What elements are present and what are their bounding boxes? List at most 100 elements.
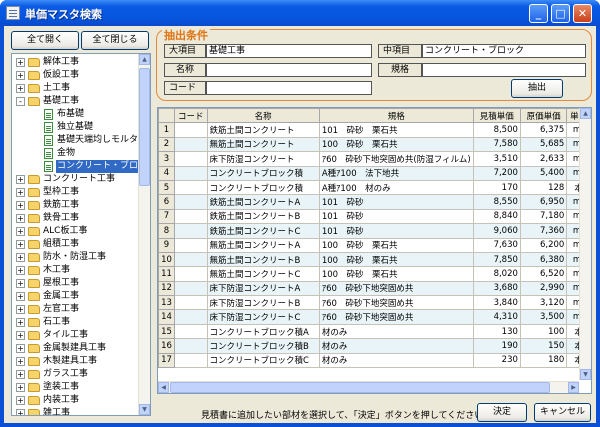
table-cell: 8,500 bbox=[472, 122, 521, 138]
expand-icon[interactable]: + bbox=[16, 266, 25, 275]
folder-icon bbox=[28, 253, 40, 262]
scroll-left-arrow-icon[interactable]: ◀ bbox=[158, 382, 169, 393]
category-tree[interactable]: + 解体工事 + 仮設工事 + 土工事 - 基礎工事 布基礎 独立基礎 基礎天端均しモルタル 金物 コン… bbox=[11, 53, 151, 416]
maximize-button[interactable]: □ bbox=[551, 4, 570, 23]
expand-icon[interactable]: + bbox=[16, 396, 25, 405]
column-header[interactable]: コード bbox=[173, 108, 208, 124]
application-window: 単価マスタ検索 _ □ ✕ 全て開く 全て閉じる + 解体工事 + 仮設工事 + 土工事 -… bbox=[0, 0, 600, 427]
confirm-button[interactable]: 決定 bbox=[477, 403, 527, 422]
table-row[interactable]: 16コンクリートブロック積B材のみ190150本 bbox=[158, 338, 591, 354]
table-cell: 床下防湿コンクリートB bbox=[206, 295, 320, 311]
expand-icon[interactable]: + bbox=[16, 409, 25, 415]
expand-icon[interactable]: + bbox=[16, 227, 25, 236]
grid-vertical-scrollbar[interactable]: ▲ ▼ bbox=[579, 108, 591, 380]
page-icon bbox=[44, 122, 53, 133]
tree-item-label: 金属製建具工事 bbox=[43, 343, 107, 353]
table-row[interactable]: 4コンクリートブロック積A種ｱ100 法下地共7,2005,400m² bbox=[158, 165, 591, 181]
expand-icon[interactable]: + bbox=[16, 318, 25, 327]
expand-icon[interactable]: + bbox=[16, 58, 25, 67]
middle-category-field[interactable]: コンクリート・ブロック bbox=[422, 44, 586, 58]
table-cell bbox=[173, 179, 208, 196]
table-cell: 鉄筋土間コンクリートC bbox=[206, 223, 320, 239]
table-cell: 101 砕砂 bbox=[318, 208, 474, 225]
table-cell bbox=[173, 223, 208, 239]
table-row[interactable]: 3 床下防湿コンクリート ｱ60 砕砂下地突固め共(防湿フィルム) 3,510 2,63… bbox=[158, 151, 591, 167]
collapse-all-button[interactable]: 全て閉じる bbox=[81, 31, 149, 50]
column-header[interactable] bbox=[158, 108, 175, 124]
table-row[interactable]: 13床下防湿コンクリートBｱ60 砕砂下地突固め共3,8403,120m² bbox=[158, 295, 591, 311]
row-number: 17 bbox=[158, 352, 175, 369]
scroll-thumb[interactable] bbox=[170, 382, 550, 393]
table-row[interactable]: 12床下防湿コンクリートAｱ60 砕砂下地突固め共3,6802,990m² bbox=[158, 280, 591, 297]
tree-item-label: コンクリート・ブロック bbox=[56, 160, 150, 173]
table-row[interactable]: 7鉄筋土間コンクリートB101 砕砂8,8407,180m² bbox=[158, 208, 591, 225]
close-button[interactable]: ✕ bbox=[573, 4, 592, 23]
expand-icon[interactable]: + bbox=[16, 357, 25, 366]
expand-icon[interactable]: + bbox=[16, 383, 25, 392]
table-cell bbox=[173, 266, 208, 282]
table-cell: 180 bbox=[519, 352, 568, 369]
table-cell: 鉄筋土間コンクリートA bbox=[206, 194, 320, 210]
scroll-up-arrow-icon[interactable]: ▲ bbox=[139, 54, 150, 65]
scroll-down-arrow-icon[interactable]: ▼ bbox=[580, 369, 591, 380]
scroll-down-arrow-icon[interactable]: ▼ bbox=[139, 404, 150, 415]
extract-button[interactable]: 抽出 bbox=[511, 79, 563, 98]
expand-icon[interactable]: + bbox=[16, 175, 25, 184]
table-row[interactable]: 6鉄筋土間コンクリートA101 砕砂8,5506,950m² bbox=[158, 194, 591, 210]
expand-icon[interactable]: + bbox=[16, 305, 25, 314]
title-bar[interactable]: 単価マスタ検索 _ □ ✕ bbox=[0, 0, 600, 26]
table-row[interactable]: 5コンクリートブロック積A種ｱ100 材のみ170128本 bbox=[158, 179, 591, 196]
expand-icon[interactable]: + bbox=[16, 344, 25, 353]
table-row[interactable]: 11無筋土間コンクリートC100 砕砂 栗石共8,0206,520m² bbox=[158, 266, 591, 282]
expand-icon[interactable]: + bbox=[16, 240, 25, 249]
table-cell: 材のみ bbox=[318, 338, 474, 354]
folder-icon bbox=[28, 58, 40, 67]
expand-icon[interactable]: + bbox=[16, 214, 25, 223]
row-number: 9 bbox=[158, 237, 175, 253]
tree-scrollbar[interactable]: ▲ ▼ bbox=[138, 54, 150, 415]
table-row[interactable]: 17コンクリートブロック積C材のみ230180本 bbox=[158, 352, 591, 369]
expand-icon[interactable]: + bbox=[16, 279, 25, 288]
scroll-up-arrow-icon[interactable]: ▲ bbox=[580, 108, 591, 119]
major-category-field[interactable]: 基礎工事 bbox=[206, 44, 372, 58]
expand-icon[interactable]: + bbox=[16, 71, 25, 80]
cancel-button[interactable]: キャンセル bbox=[534, 403, 591, 422]
scroll-right-arrow-icon[interactable]: ▶ bbox=[568, 382, 579, 393]
column-header[interactable]: 名称 bbox=[206, 108, 320, 124]
expand-icon[interactable]: + bbox=[16, 370, 25, 379]
expand-icon[interactable]: + bbox=[16, 84, 25, 93]
table-row[interactable]: 15コンクリートブロック積A材のみ130100本 bbox=[158, 323, 591, 340]
table-row[interactable]: 8鉄筋土間コンクリートC101 砕砂9,0607,360m² bbox=[158, 223, 591, 239]
expand-icon[interactable]: + bbox=[16, 253, 25, 262]
minimize-button[interactable]: _ bbox=[529, 4, 548, 23]
table-row[interactable]: 2無筋土間コンクリート100 砕砂 栗石共7,5805,685m² bbox=[158, 136, 591, 153]
folder-icon bbox=[28, 214, 40, 223]
table-cell: 7,580 bbox=[472, 136, 521, 153]
code-input[interactable] bbox=[206, 81, 372, 95]
price-table: コード名称規格見積単価原価単価単位 1鉄筋土間コンクリート101 砕砂 栗石共8… bbox=[158, 108, 591, 369]
collapse-icon[interactable]: - bbox=[16, 97, 25, 106]
name-input[interactable] bbox=[206, 63, 372, 77]
spec-input[interactable] bbox=[422, 63, 586, 77]
expand-all-button[interactable]: 全て開く bbox=[11, 31, 79, 50]
tree-item-label: 独立基礎 bbox=[57, 122, 94, 132]
expand-icon[interactable]: + bbox=[16, 331, 25, 340]
expand-icon[interactable]: + bbox=[16, 292, 25, 301]
column-header[interactable]: 規格 bbox=[318, 108, 474, 124]
tree-item-label: 塗装工事 bbox=[43, 382, 80, 392]
expand-icon[interactable]: + bbox=[16, 201, 25, 210]
scroll-thumb[interactable] bbox=[139, 68, 150, 186]
table-cell: 101 砕砂 bbox=[318, 194, 474, 210]
table-row[interactable]: 10無筋土間コンクリートB100 砕砂 栗石共7,8506,380m² bbox=[158, 251, 591, 268]
price-grid[interactable]: コード名称規格見積単価原価単価単位 1鉄筋土間コンクリート101 砕砂 栗石共8… bbox=[157, 107, 592, 394]
filter-conditions-title: 抽出条件 bbox=[162, 27, 210, 43]
table-row[interactable]: 1鉄筋土間コンクリート101 砕砂 栗石共8,5006,375m² bbox=[158, 122, 591, 138]
grid-horizontal-scrollbar[interactable]: ◀ ▶ bbox=[158, 381, 579, 393]
table-row[interactable]: 9無筋土間コンクリートA100 砕砂 栗石共7,6306,200m² bbox=[158, 237, 591, 253]
expand-icon[interactable]: + bbox=[16, 188, 25, 197]
table-row[interactable]: 14床下防湿コンクリートCｱ60 砕砂下地突固め共4,3103,500m² bbox=[158, 309, 591, 325]
column-header[interactable]: 見積単価 bbox=[472, 108, 521, 124]
table-cell: 130 bbox=[472, 323, 521, 340]
tree-item-label: 布基礎 bbox=[57, 109, 85, 119]
column-header[interactable]: 原価単価 bbox=[519, 108, 568, 124]
